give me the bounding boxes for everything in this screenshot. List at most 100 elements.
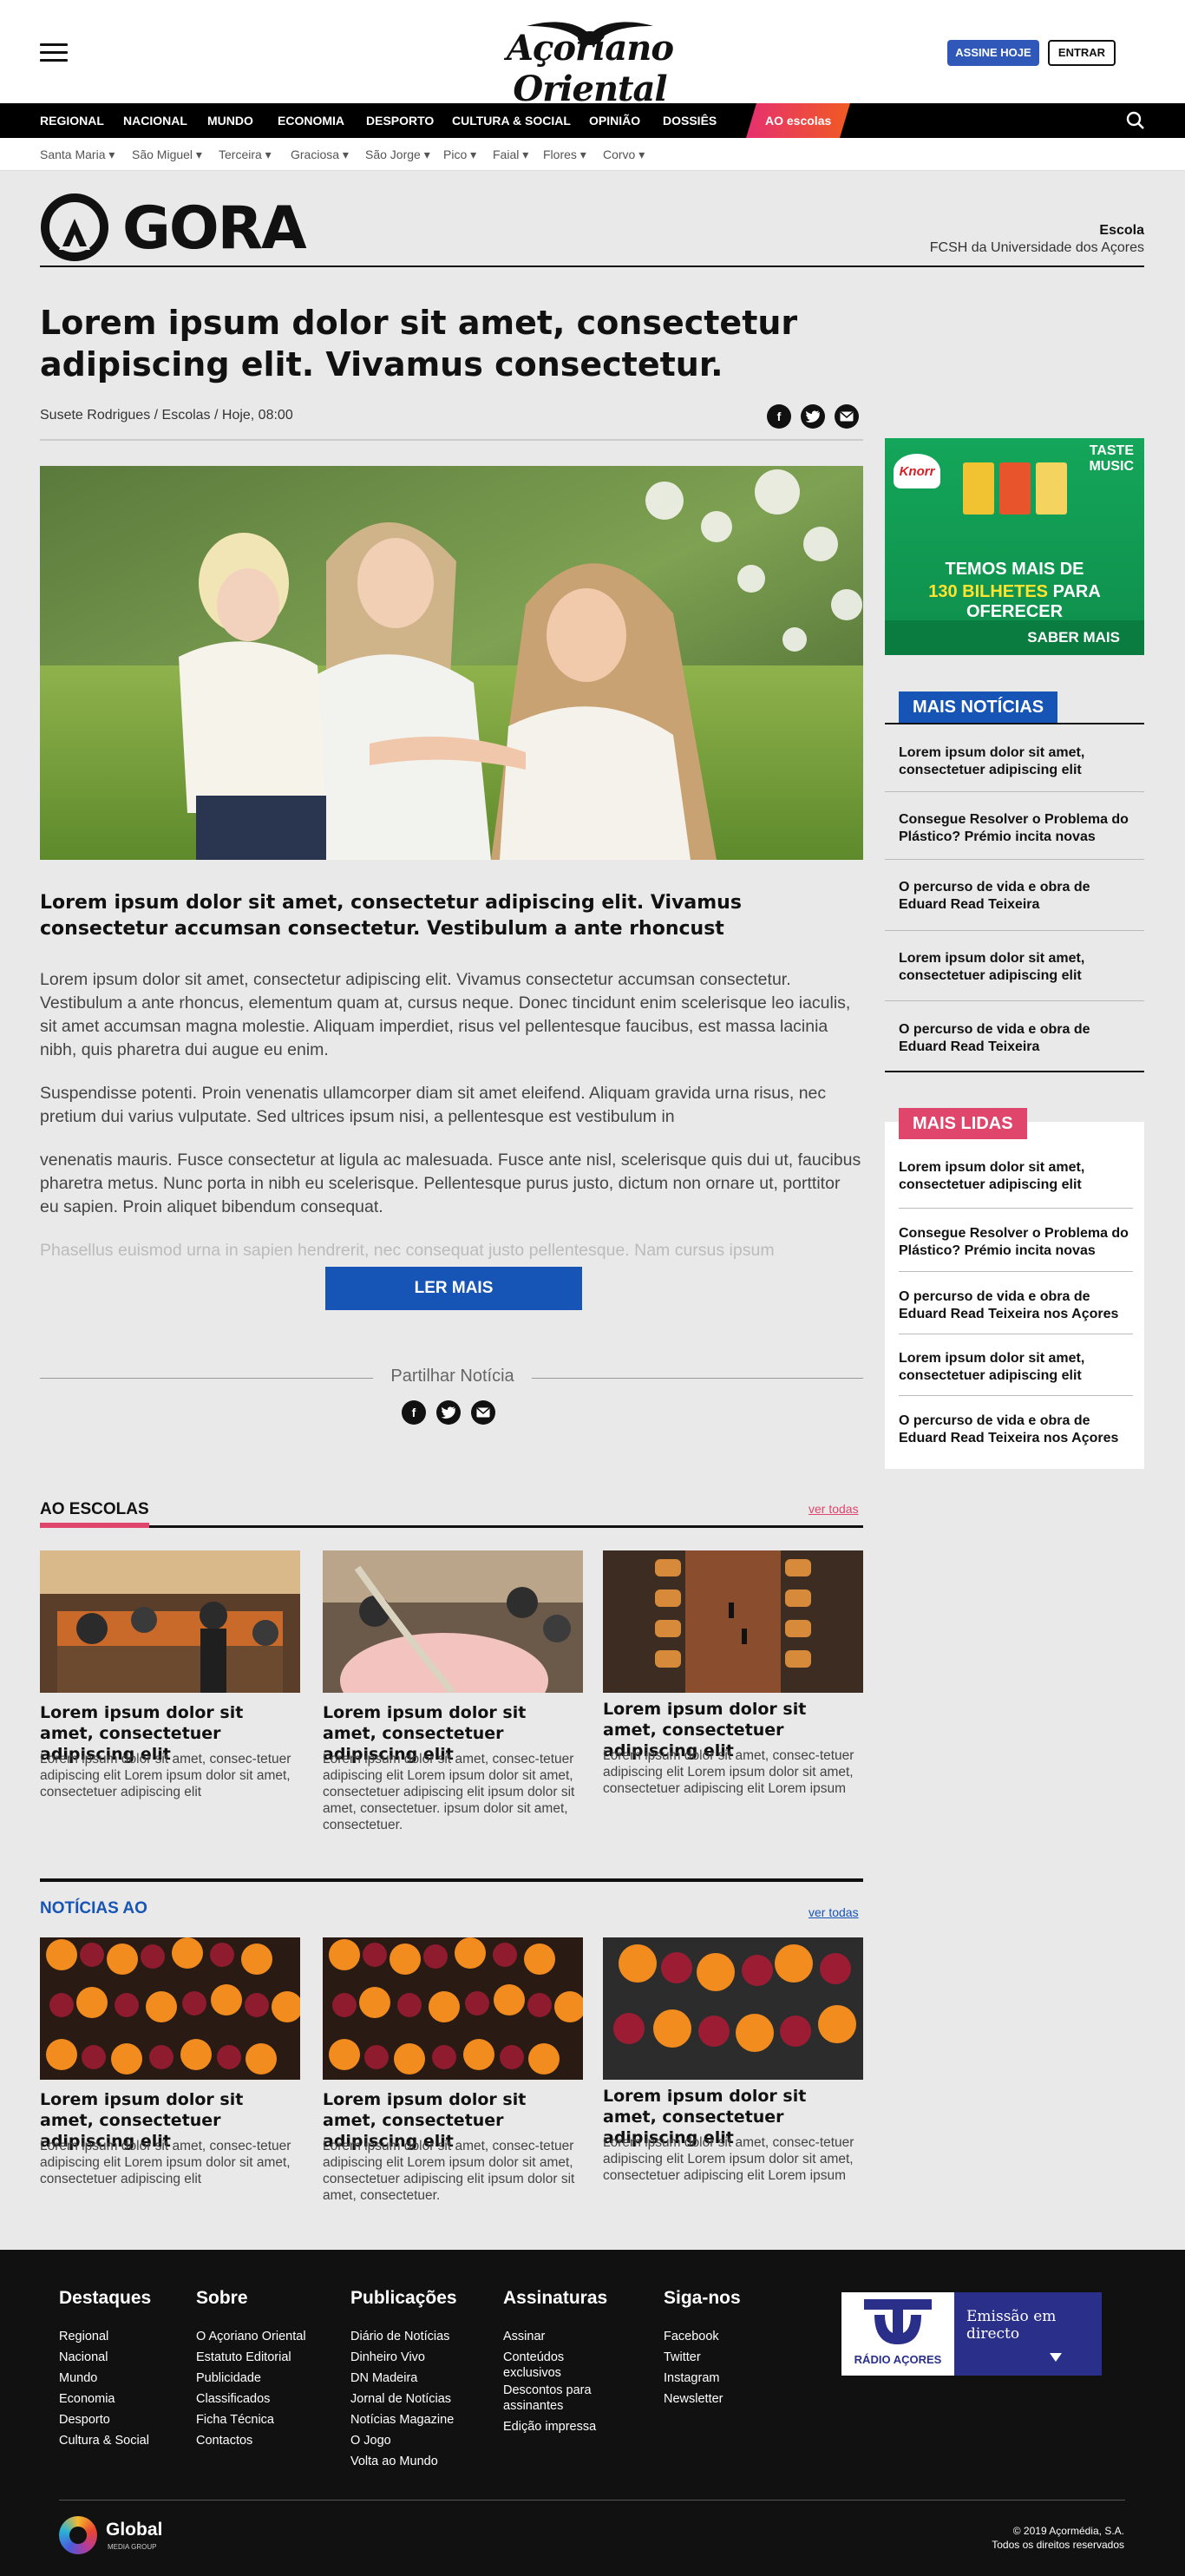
footer-link[interactable]: Publicidade bbox=[196, 2370, 261, 2386]
news-link[interactable]: O percurso de vida e obra de Eduard Read… bbox=[899, 1288, 1133, 1323]
group-sub: MEDIA GROUP bbox=[108, 2543, 157, 2551]
email-icon[interactable] bbox=[835, 404, 859, 429]
group-name: Global bbox=[106, 2520, 163, 2540]
nav-nacional[interactable]: NACIONAL bbox=[123, 103, 187, 138]
footer-link[interactable]: Descontos para assinantes bbox=[503, 2383, 607, 2414]
nav-economia[interactable]: ECONOMIA bbox=[278, 103, 344, 138]
article-lead: Lorem ipsum dolor sit amet, consectetur … bbox=[40, 892, 742, 940]
twitter-icon[interactable] bbox=[801, 404, 825, 429]
footer-link[interactable]: Instagram bbox=[664, 2370, 719, 2386]
nav-cultura-social[interactable]: CULTURA & SOCIAL bbox=[452, 103, 571, 138]
email-icon[interactable] bbox=[471, 1400, 495, 1425]
footer-link[interactable]: Regional bbox=[59, 2329, 108, 2344]
divider bbox=[885, 1071, 1144, 1072]
footer-link[interactable]: Jornal de Notícias bbox=[350, 2391, 451, 2407]
footer-link[interactable]: Classificados bbox=[196, 2391, 270, 2407]
footer-col-title: Destaques bbox=[59, 2288, 152, 2308]
footer-link[interactable]: Twitter bbox=[664, 2350, 701, 2365]
subnav-corvo[interactable]: Corvo ▾ bbox=[603, 138, 645, 171]
nav-dossies[interactable]: DOSSIÊS bbox=[663, 103, 717, 138]
footer-link[interactable]: Edição impressa bbox=[503, 2419, 607, 2435]
divider bbox=[149, 1525, 863, 1528]
ad-cta[interactable]: SABER MAIS bbox=[1027, 629, 1120, 646]
footer-link[interactable]: Conteúdos exclusivos bbox=[503, 2350, 607, 2381]
news-link[interactable]: Consegue Resolver o Problema do Plástico… bbox=[899, 811, 1133, 846]
footer-link[interactable]: Mundo bbox=[59, 2370, 97, 2386]
footer-link[interactable]: DN Madeira bbox=[350, 2370, 417, 2386]
news-link[interactable]: Lorem ipsum dolor sit amet, consectetuer… bbox=[899, 744, 1133, 779]
footer-link[interactable]: Diário de Notícias bbox=[350, 2329, 449, 2344]
footer-link[interactable]: Facebook bbox=[664, 2329, 719, 2344]
search-icon[interactable] bbox=[1126, 111, 1145, 130]
menu-icon[interactable] bbox=[40, 43, 68, 62]
play-icon bbox=[1050, 2353, 1062, 2362]
nav-mundo[interactable]: MUNDO bbox=[207, 103, 253, 138]
divider bbox=[899, 1395, 1133, 1396]
radio-live-banner[interactable]: RÁDIO AÇORES Emissão em directo bbox=[841, 2292, 1102, 2376]
nav-regional[interactable]: REGIONAL bbox=[40, 103, 104, 138]
news-link[interactable]: Lorem ipsum dolor sit amet, consectetuer… bbox=[899, 1350, 1133, 1385]
subnav-santa-maria[interactable]: Santa Maria ▾ bbox=[40, 138, 115, 171]
footer-link[interactable]: Desporto bbox=[59, 2412, 110, 2428]
nav-opiniao[interactable]: OPINIÃO bbox=[589, 103, 640, 138]
news-link[interactable]: O percurso de vida e obra de Eduard Read… bbox=[899, 879, 1133, 914]
nav-desporto[interactable]: DESPORTO bbox=[366, 103, 434, 138]
card-image[interactable] bbox=[323, 1550, 583, 1693]
card-image[interactable] bbox=[603, 1937, 863, 2080]
card-image[interactable] bbox=[603, 1550, 863, 1693]
site-logo[interactable]: Açoriano Oriental bbox=[429, 17, 750, 109]
divider bbox=[885, 930, 1144, 931]
footer-link[interactable]: Newsletter bbox=[664, 2391, 723, 2407]
divider bbox=[40, 1878, 863, 1882]
rights-text: Todos os direitos reservados bbox=[992, 2539, 1124, 2551]
login-button[interactable]: ENTRAR bbox=[1048, 40, 1116, 66]
news-link[interactable]: O percurso de vida e obra de Eduard Read… bbox=[899, 1021, 1133, 1056]
footer-link[interactable]: Ficha Técnica bbox=[196, 2412, 274, 2428]
footer-link[interactable]: Assinar bbox=[503, 2329, 607, 2344]
footer-link[interactable]: Volta ao Mundo bbox=[350, 2454, 438, 2469]
ad-headline: TEMOS MAIS DE bbox=[945, 560, 1084, 579]
footer-link[interactable]: O Jogo bbox=[350, 2433, 391, 2448]
news-link[interactable]: Lorem ipsum dolor sit amet, consectetuer… bbox=[899, 1159, 1133, 1194]
footer-link[interactable]: Estatuto Editorial bbox=[196, 2350, 291, 2365]
subscribe-button[interactable]: ASSINE HOJE bbox=[947, 40, 1039, 66]
subnav-terceira[interactable]: Terceira ▾ bbox=[219, 138, 272, 171]
card-image[interactable] bbox=[40, 1937, 300, 2080]
card-image[interactable] bbox=[323, 1937, 583, 2080]
divider bbox=[59, 2500, 1125, 2501]
school-name: FCSH da Universidade dos Açores bbox=[929, 240, 1144, 255]
footer-link[interactable]: Contactos bbox=[196, 2433, 252, 2448]
subnav-sao-jorge[interactable]: São Jorge ▾ bbox=[365, 138, 430, 171]
twitter-icon[interactable] bbox=[436, 1400, 461, 1425]
article-headline: Lorem ipsum dolor sit amet, consectetur … bbox=[40, 304, 798, 383]
news-link[interactable]: Lorem ipsum dolor sit amet, consectetuer… bbox=[899, 950, 1133, 985]
news-link[interactable]: Consegue Resolver o Problema do Plástico… bbox=[899, 1225, 1133, 1260]
subnav-graciosa[interactable]: Graciosa ▾ bbox=[291, 138, 349, 171]
card-text: Lorem ipsum dolor sit amet, consec-tetue… bbox=[323, 1752, 575, 1832]
subnav-flores[interactable]: Flores ▾ bbox=[543, 138, 586, 171]
card-image[interactable] bbox=[40, 1550, 300, 1693]
advertisement-banner[interactable]: Knorr TASTE MUSIC TEMOS MAIS DE 130 BILH… bbox=[885, 438, 1144, 655]
section-accent bbox=[40, 1523, 149, 1528]
news-link[interactable]: O percurso de vida e obra de Eduard Read… bbox=[899, 1413, 1133, 1447]
footer-link[interactable]: Dinheiro Vivo bbox=[350, 2350, 425, 2365]
footer-link[interactable]: Nacional bbox=[59, 2350, 108, 2365]
read-more-button[interactable]: LER MAIS bbox=[325, 1267, 582, 1310]
footer-link[interactable]: Economia bbox=[59, 2391, 115, 2407]
subnav-pico[interactable]: Pico ▾ bbox=[443, 138, 476, 171]
nav-ao-escolas[interactable]: AO escolas bbox=[746, 103, 850, 138]
footer-link[interactable]: Cultura & Social bbox=[59, 2433, 149, 2448]
card-text: Lorem ipsum dolor sit amet, consec-tetue… bbox=[603, 1748, 854, 1796]
footer-link[interactable]: Notícias Magazine bbox=[350, 2412, 454, 2428]
product-pack bbox=[963, 462, 994, 515]
subnav-sao-miguel[interactable]: São Miguel ▾ bbox=[132, 138, 202, 171]
facebook-icon[interactable]: f bbox=[767, 404, 791, 429]
global-media-logo-icon[interactable] bbox=[59, 2516, 97, 2554]
footer-link[interactable]: O Açoriano Oriental bbox=[196, 2329, 306, 2344]
ver-todas-link[interactable]: ver todas bbox=[809, 1502, 859, 1516]
subnav-faial[interactable]: Faial ▾ bbox=[493, 138, 528, 171]
ver-todas-link[interactable]: ver todas bbox=[809, 1905, 859, 1919]
agora-logo[interactable]: GORA bbox=[40, 193, 307, 263]
facebook-icon[interactable]: f bbox=[402, 1400, 426, 1425]
footer-col-title: Assinaturas bbox=[503, 2288, 608, 2308]
